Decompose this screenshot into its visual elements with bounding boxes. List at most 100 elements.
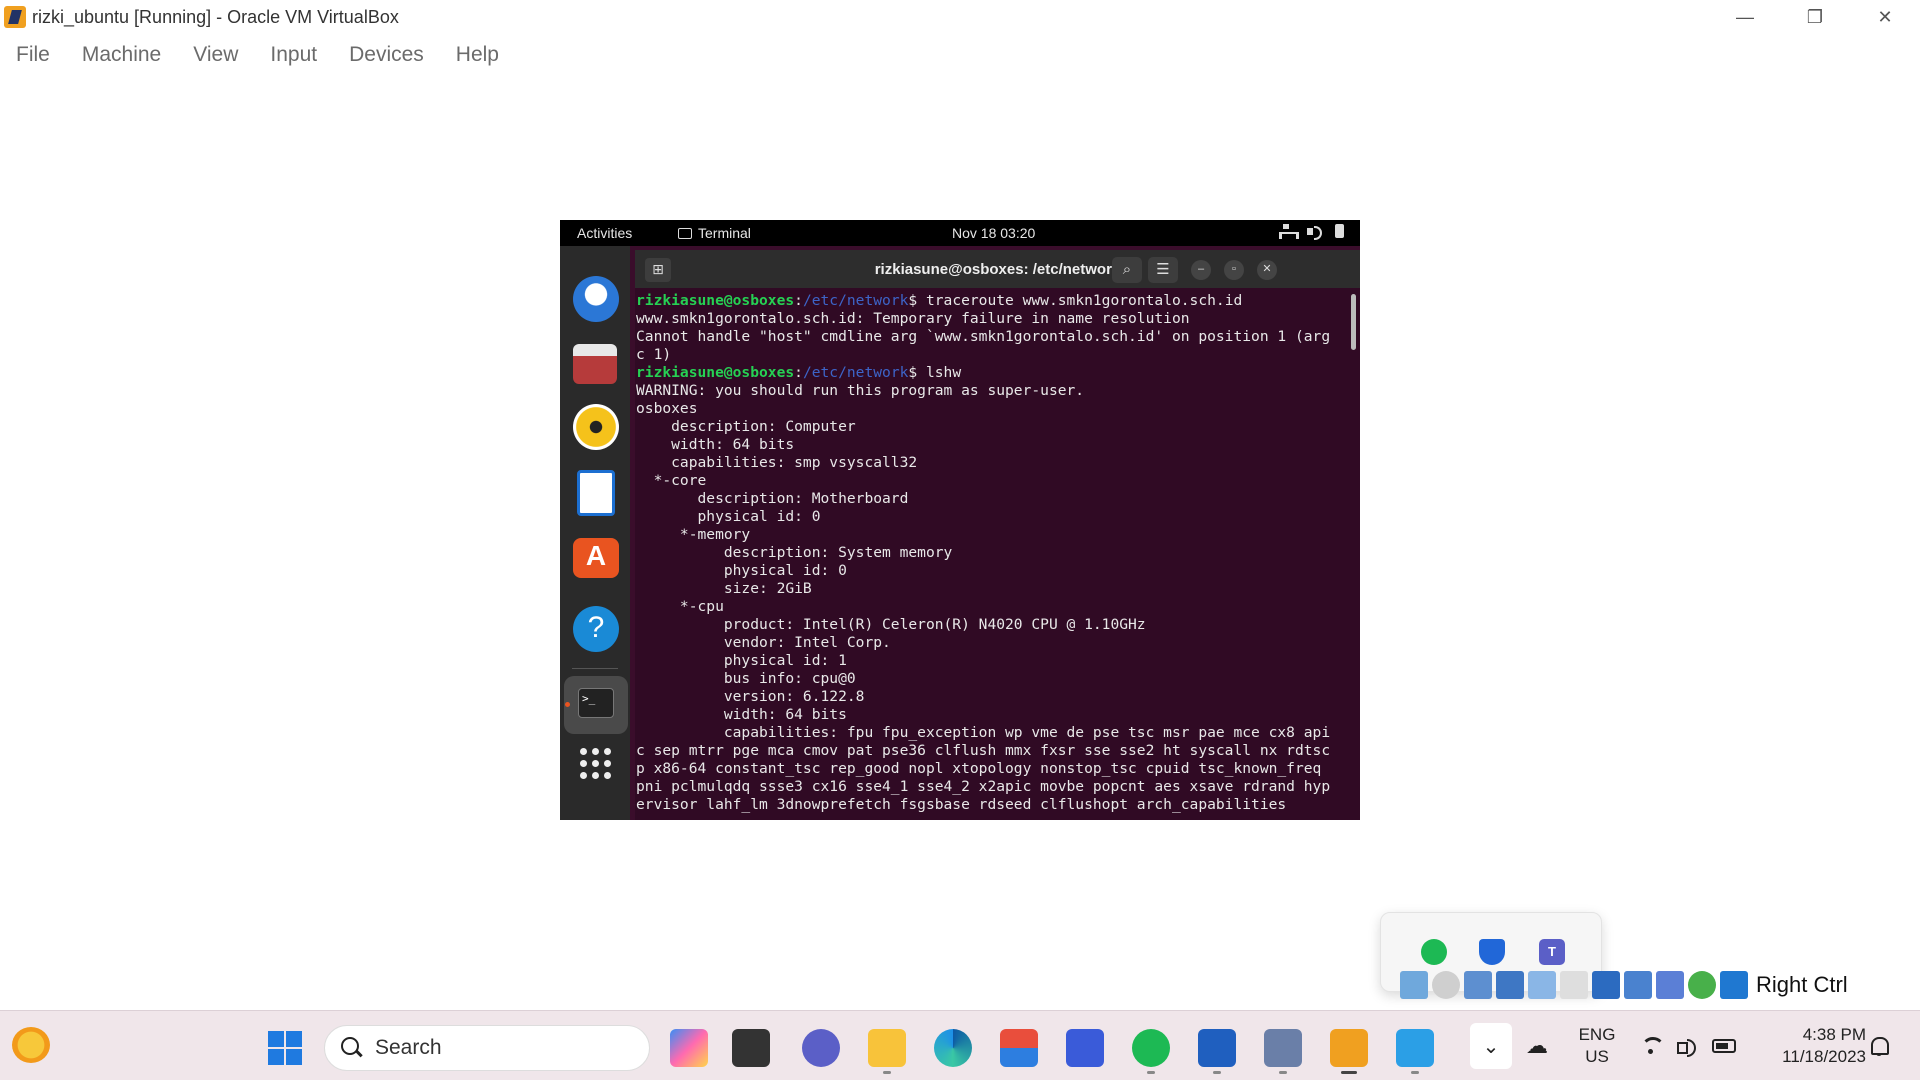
spotify-running (1147, 1071, 1155, 1074)
terminal-line: capabilities: smp vsyscall32 (636, 454, 918, 471)
prompt-user: rizkiasune@osboxes (636, 364, 795, 381)
terminal-dock-item[interactable]: >_ (564, 676, 628, 734)
terminal-output[interactable]: rizkiasune@osboxes:/etc/network$ tracero… (635, 292, 1350, 814)
terminal-line: physical id: 1 (636, 652, 847, 669)
rhythmbox-icon[interactable] (573, 404, 619, 450)
search-button[interactable]: ⌕ (1112, 257, 1142, 283)
terminal-line: description: System memory (636, 544, 953, 561)
vm-icon[interactable] (1330, 1029, 1368, 1067)
app-menu-terminal[interactable]: Terminal (678, 225, 751, 241)
app-center-glyph: A (585, 540, 607, 571)
minimize-button[interactable]: — (1710, 0, 1780, 34)
language-indicator[interactable]: ENG US (1572, 1024, 1622, 1068)
gnome-clock[interactable]: Nov 18 03:20 (952, 225, 1035, 241)
battery-icon (1712, 1039, 1736, 1053)
keyboard-capture-icon[interactable] (1720, 971, 1748, 999)
prompt-user: rizkiasune@osboxes (636, 292, 795, 309)
prompt-path: /etc/network (802, 364, 909, 381)
meet-icon[interactable] (802, 1029, 840, 1067)
virtualbox-icon[interactable] (1264, 1029, 1302, 1067)
terminal-line: description: Computer (636, 418, 856, 435)
thunderbird-icon[interactable] (573, 276, 619, 322)
show-apps-icon[interactable] (580, 748, 612, 780)
app-center-icon[interactable]: A (573, 538, 619, 578)
files-icon[interactable] (573, 344, 617, 384)
menu-help[interactable]: Help (440, 43, 515, 67)
gnome-system-tray[interactable] (1279, 224, 1344, 240)
terminal-maximize-button[interactable]: ▫ (1224, 260, 1244, 280)
widgets-icon[interactable] (12, 1027, 50, 1063)
speaker-icon (1676, 1035, 1698, 1057)
terminal-close-button[interactable]: ✕ (1257, 260, 1277, 280)
help-glyph: ? (587, 611, 605, 644)
hard-disk-icon[interactable] (1400, 971, 1428, 999)
terminal-window[interactable]: ⊞ rizkiasune@osboxes: /etc/network ⌕ ☰ –… (635, 250, 1360, 820)
notification-bell-icon[interactable] (1868, 1035, 1890, 1057)
vs-icon[interactable] (1066, 1029, 1104, 1067)
terminal-line: physical id: 0 (636, 562, 847, 579)
battery-icon (1335, 224, 1344, 238)
terminal-minimize-button[interactable]: – (1191, 260, 1211, 280)
keyboard-layout: US (1585, 1047, 1609, 1066)
word-icon[interactable] (1198, 1029, 1236, 1067)
defender-warning-icon[interactable] (1479, 939, 1505, 965)
command-text: $ traceroute www.smkn1gorontalo.sch.id (908, 292, 1243, 309)
show-hidden-icons-button[interactable]: ⌄ (1470, 1023, 1512, 1069)
shared-folders-icon[interactable] (1560, 971, 1588, 999)
terminal-line: www.smkn1gorontalo.sch.id: Temporary fai… (636, 310, 1190, 327)
activities-button[interactable]: Activities (577, 225, 632, 241)
mouse-integration-icon[interactable] (1688, 971, 1716, 999)
window-titlebar: rizki_ubuntu [Running] - Oracle VM Virtu… (0, 0, 1920, 34)
teams-icon[interactable]: T (1539, 939, 1565, 965)
terminal-line: c sep mtrr pge mca cmov pat pse36 clflus… (636, 742, 1331, 759)
terminal-line: Cannot handle "host" cmdline arg `www.sm… (636, 328, 1331, 345)
store-icon[interactable] (1000, 1029, 1038, 1067)
terminal-line: width: 64 bits (636, 436, 795, 453)
terminal-line: pni pclmulqdq ssse3 cx16 sse4_1 sse4_2 x… (636, 778, 1331, 795)
vm-screen[interactable]: Activities Terminal Nov 18 03:20 A ? >_ … (560, 220, 1360, 820)
file-explorer-icon[interactable] (868, 1029, 906, 1067)
spotify-icon[interactable] (1132, 1029, 1170, 1067)
terminal-line: width: 64 bits (636, 706, 847, 723)
edge-icon[interactable] (934, 1029, 972, 1067)
network-adapter-icon[interactable] (1496, 971, 1524, 999)
menu-file[interactable]: File (0, 43, 66, 67)
terminal-line: *-core (636, 472, 707, 489)
menu-bar: File Machine View Input Devices Help (0, 36, 515, 74)
display-icon[interactable] (1592, 971, 1620, 999)
gnome-top-bar: Activities Terminal Nov 18 03:20 (560, 220, 1360, 246)
photos-icon[interactable] (1396, 1029, 1434, 1067)
menu-view[interactable]: View (177, 43, 254, 67)
vt-x-icon[interactable] (1656, 971, 1684, 999)
spotify-icon[interactable] (1421, 939, 1447, 965)
terminal-line: vendor: Intel Corp. (636, 634, 891, 651)
close-button[interactable]: ✕ (1850, 0, 1920, 34)
menu-machine[interactable]: Machine (66, 43, 177, 67)
menu-devices[interactable]: Devices (333, 43, 440, 67)
terminal-window-icon[interactable] (732, 1029, 770, 1067)
quick-settings[interactable] (1640, 1035, 1736, 1057)
clock-time: 4:38 PM (1802, 1025, 1866, 1044)
dock-separator (572, 668, 618, 669)
start-button[interactable] (268, 1031, 302, 1065)
usb-icon[interactable] (1528, 971, 1556, 999)
recording-icon[interactable] (1624, 971, 1652, 999)
audio-icon[interactable] (1464, 971, 1492, 999)
taskbar-clock[interactable]: 4:38 PM 11/18/2023 (1756, 1024, 1866, 1068)
search-placeholder: Search (375, 1036, 442, 1059)
onedrive-offline-icon[interactable]: ☁ (1526, 1033, 1554, 1061)
optical-drive-icon[interactable] (1432, 971, 1460, 999)
writer-icon[interactable] (577, 470, 615, 516)
terminal-scrollbar[interactable] (1351, 294, 1356, 350)
terminal-line: product: Intel(R) Celeron(R) N4020 CPU @… (636, 616, 1146, 633)
running-indicator (565, 702, 570, 707)
hamburger-menu-button[interactable]: ☰ (1148, 257, 1178, 283)
menu-input[interactable]: Input (254, 43, 333, 67)
prompt-path: /etc/network (802, 292, 909, 309)
help-icon[interactable]: ? (573, 606, 619, 652)
terminal-app-icon (678, 227, 692, 239)
copilot-icon[interactable] (670, 1029, 708, 1067)
taskbar-search[interactable]: Search (324, 1025, 650, 1071)
restore-button[interactable]: ❐ (1780, 0, 1850, 34)
app-menu-label: Terminal (698, 225, 751, 241)
